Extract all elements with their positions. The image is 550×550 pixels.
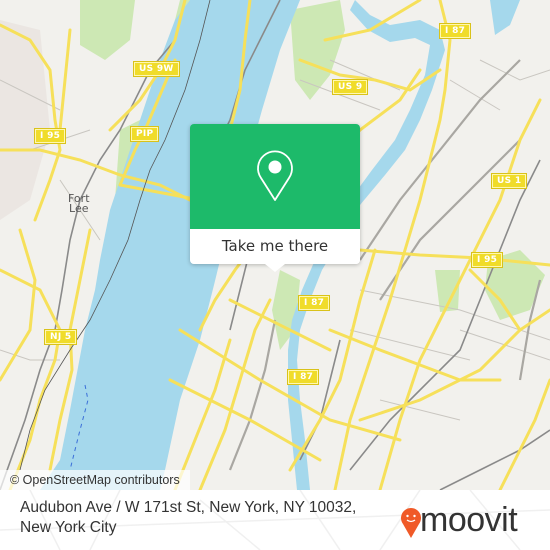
popup-header: [190, 124, 360, 229]
route-shield: US 1: [490, 173, 528, 189]
map-view[interactable]: US 9W PIP I 95 US 9 I 87 US 1 I 95 I 87 …: [0, 0, 550, 490]
map-attribution[interactable]: © OpenStreetMap contributors: [0, 470, 190, 490]
moovit-wordmark: moovit: [420, 501, 518, 539]
take-me-there-label: Take me there: [221, 237, 329, 255]
popup-pointer: [265, 264, 285, 272]
route-shield: I 95: [470, 252, 504, 268]
moovit-pin-icon: [401, 508, 421, 538]
map-pin-icon: [257, 150, 293, 201]
route-shield: I 95: [33, 128, 67, 144]
address-line-1: Audubon Ave / W 171st St, New York, NY 1…: [20, 499, 357, 516]
route-shield: I 87: [297, 295, 331, 311]
footer-bar: Audubon Ave / W 171st St, New York, NY 1…: [0, 490, 550, 550]
route-shield: NJ 5: [43, 329, 78, 345]
route-shield: I 87: [438, 23, 472, 39]
take-me-there-button[interactable]: Take me there: [190, 229, 360, 264]
moovit-logo[interactable]: moovit: [398, 501, 538, 542]
route-shield: I 87: [286, 369, 320, 385]
route-shield: US 9W: [133, 61, 180, 77]
location-popup: Take me there: [190, 124, 360, 272]
address-line-2: New York City: [20, 519, 117, 536]
route-shield: PIP: [129, 126, 160, 142]
address-text: Audubon Ave / W 171st St, New York, NY 1…: [20, 498, 380, 538]
place-label-fort-lee: Fort Lee: [68, 192, 90, 215]
route-shield: US 9: [331, 79, 369, 95]
